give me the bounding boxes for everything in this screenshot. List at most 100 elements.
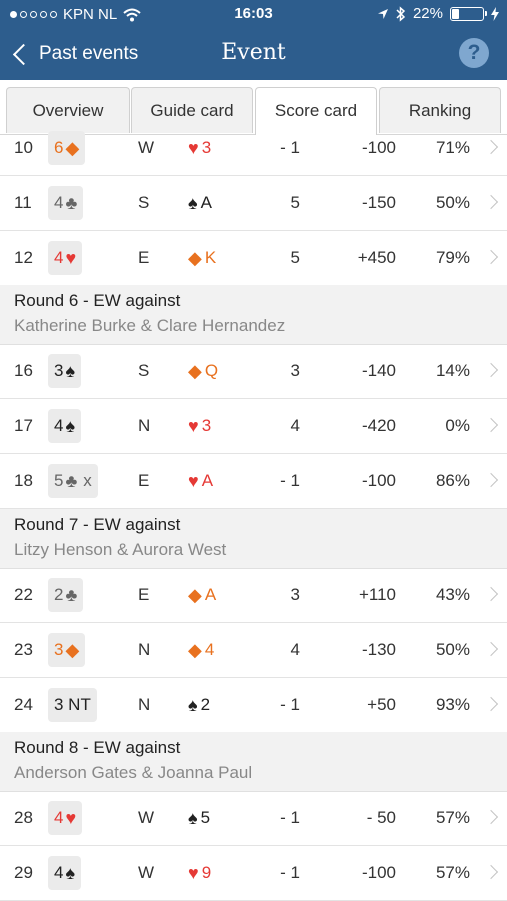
- score-value: -100: [361, 138, 396, 157]
- percentage: 43%: [435, 585, 470, 604]
- heart-icon: ♥: [188, 416, 199, 436]
- lead-card: K: [204, 248, 217, 267]
- tricks-result: - 1: [280, 695, 300, 714]
- tricks-result: - 1: [280, 471, 300, 490]
- score-value: +450: [357, 248, 396, 267]
- lead-card: A: [200, 193, 212, 212]
- table-row[interactable]: 22 2 ♣ E ◆ A 3 +110 43%: [0, 568, 507, 623]
- tricks-result: - 1: [280, 808, 300, 827]
- lead-card: 9: [201, 863, 212, 882]
- declarer: S: [138, 193, 150, 212]
- board-number: 28: [14, 808, 33, 827]
- score-value: -100: [361, 863, 396, 882]
- spade-icon: ♠: [65, 416, 76, 436]
- help-icon[interactable]: ?: [459, 38, 489, 68]
- battery-percent: 22%: [412, 5, 443, 22]
- contract-badge: 4 ♠: [48, 856, 82, 890]
- round-opponents: Anderson Gates & Joanna Paul: [14, 763, 253, 782]
- opening-lead: ♠ A: [188, 176, 212, 230]
- board-number: 10: [14, 138, 33, 157]
- table-row[interactable]: 11 4 ♣ S ♠ A 5 -150 50%: [0, 176, 507, 231]
- declarer: E: [138, 248, 150, 267]
- location-icon: [377, 8, 388, 19]
- board-number: 12: [14, 248, 33, 267]
- chevron-right-icon: [483, 194, 499, 210]
- score-value: +110: [358, 585, 396, 604]
- nav-bar: Past events Event ?: [0, 32, 507, 76]
- round-opponents: Litzy Henson & Aurora West: [14, 540, 227, 559]
- contract-badge: 6 ◆: [48, 131, 86, 165]
- table-row[interactable]: 23 3 ◆ N ◆ 4 4 -130 50%: [0, 623, 507, 678]
- percentage: 86%: [435, 471, 470, 490]
- declarer: N: [138, 640, 151, 659]
- bluetooth-icon: [396, 5, 406, 22]
- table-row[interactable]: 17 4 ♠ N ♥ 3 4 -420 0%: [0, 399, 507, 454]
- board-number: 16: [14, 361, 33, 380]
- spade-icon: ♠: [65, 361, 76, 381]
- table-row[interactable]: 10 6 ◆ W ♥ 3 - 1 -100 71%: [0, 121, 507, 176]
- chevron-right-icon: [483, 139, 499, 155]
- contract-level: 6: [54, 138, 64, 157]
- contract-badge: 3 NT: [48, 688, 97, 722]
- score-value: -130: [361, 640, 396, 659]
- board-number: 29: [14, 863, 33, 882]
- table-row[interactable]: 28 4 ♥ W ♠ 5 - 1 - 50 57%: [0, 791, 507, 846]
- charging-icon: [491, 6, 499, 21]
- score-value: -150: [361, 193, 396, 212]
- declarer: W: [138, 808, 155, 827]
- percentage: 0%: [445, 416, 470, 435]
- table-row[interactable]: 12 4 ♥ E ◆ K 5 +450 79%: [0, 231, 507, 286]
- lead-card: 3: [201, 416, 212, 435]
- diamond-icon: ◆: [188, 640, 202, 660]
- heart-icon: ♥: [188, 863, 199, 883]
- contract-level: 4: [54, 193, 64, 212]
- lead-card: 2: [200, 695, 211, 714]
- diamond-icon: ◆: [188, 248, 202, 268]
- declarer: W: [138, 138, 155, 157]
- percentage: 50%: [435, 640, 470, 659]
- table-row[interactable]: 29 4 ♠ W ♥ 9 - 1 -100 57%: [0, 846, 507, 901]
- board-number: 22: [14, 585, 33, 604]
- contract-level: 2: [54, 585, 64, 604]
- opening-lead: ♥ 3: [188, 121, 211, 175]
- contract-level: 3: [54, 640, 64, 659]
- percentage: 57%: [435, 808, 470, 827]
- score-value: -420: [361, 416, 396, 435]
- spade-icon: ♠: [188, 808, 198, 828]
- round-title: Round 6 - EW against: [14, 291, 181, 310]
- opening-lead: ♥ 3: [188, 399, 211, 453]
- status-bar: KPN NL 16:03 22%: [0, 0, 507, 28]
- declarer: S: [138, 361, 150, 380]
- table-row[interactable]: 18 5 ♣ x E ♥ A - 1 -100 86%: [0, 454, 507, 509]
- table-row[interactable]: 24 3 NT N ♠ 2 - 1 +50 93%: [0, 678, 507, 733]
- spade-icon: ♠: [188, 695, 198, 715]
- contract-badge: 4 ♥: [48, 241, 83, 275]
- diamond-icon: ◆: [65, 640, 80, 660]
- double-marker: x: [83, 471, 92, 490]
- heart-icon: ♥: [188, 138, 199, 158]
- chevron-right-icon: [483, 417, 499, 433]
- tricks-result: - 1: [280, 138, 300, 157]
- heart-icon: ♥: [188, 471, 199, 491]
- opening-lead: ◆ Q: [188, 344, 218, 398]
- contract-level: 4: [54, 416, 64, 435]
- declarer: E: [138, 471, 150, 490]
- spade-icon: ♠: [65, 863, 76, 883]
- opening-lead: ◆ A: [188, 568, 216, 622]
- board-number: 23: [14, 640, 33, 659]
- opening-lead: ♠ 2: [188, 678, 210, 732]
- battery-icon: [450, 6, 487, 21]
- tricks-result: 5: [290, 193, 300, 212]
- tricks-result: 4: [290, 640, 300, 659]
- tricks-result: - 1: [280, 863, 300, 882]
- lead-card: A: [204, 585, 217, 604]
- app-header: KPN NL 16:03 22% Past events Event ?: [0, 0, 507, 80]
- contract-level: 5: [54, 471, 64, 490]
- contract-level: 3 NT: [54, 695, 91, 714]
- score-value: +50: [367, 695, 396, 714]
- percentage: 71%: [435, 138, 470, 157]
- contract-level: 4: [54, 863, 64, 882]
- table-row[interactable]: 16 3 ♠ S ◆ Q 3 -140 14%: [0, 344, 507, 399]
- club-icon: ♣: [65, 585, 78, 605]
- lead-card: A: [201, 471, 214, 490]
